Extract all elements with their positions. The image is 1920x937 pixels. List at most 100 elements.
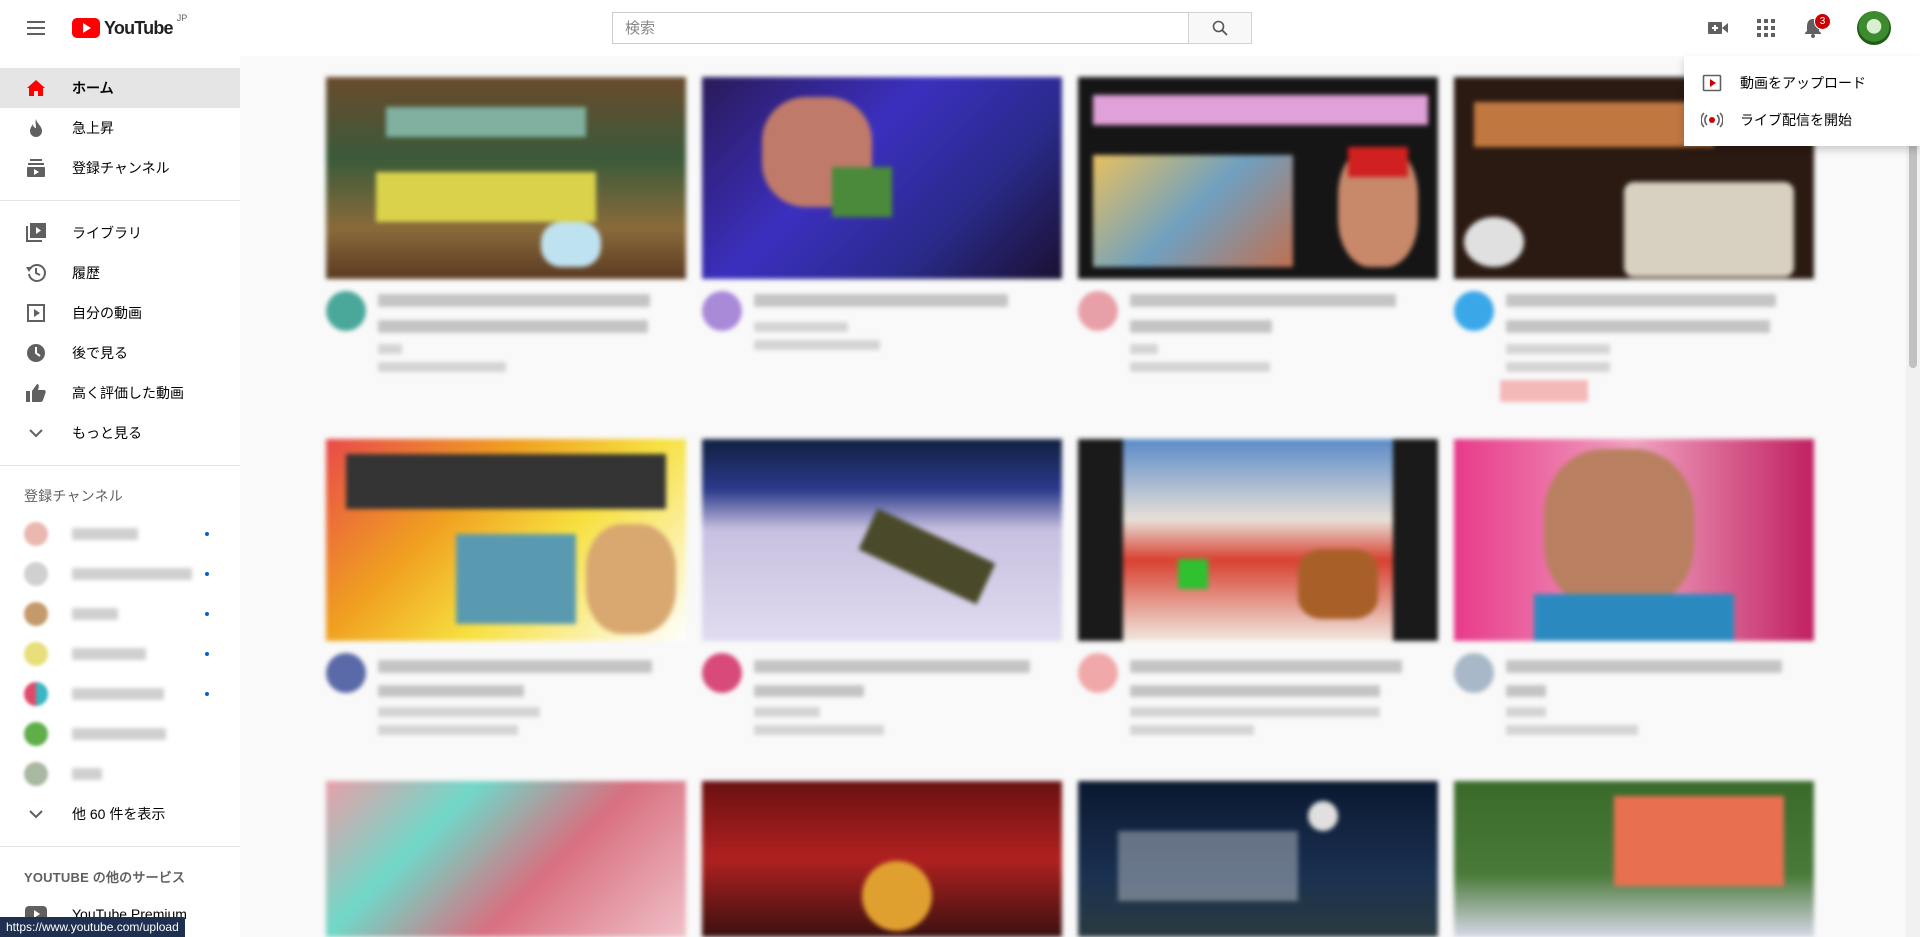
channel-name — [72, 568, 192, 580]
video-thumbnail[interactable] — [702, 439, 1062, 641]
video-title-line[interactable] — [1506, 685, 1546, 697]
video-title-line[interactable] — [1130, 320, 1272, 333]
channel-avatar — [24, 562, 48, 586]
video-title-line[interactable] — [1130, 660, 1402, 673]
sidebar-item-trending[interactable]: 急上昇 — [0, 108, 240, 148]
video-thumbnail[interactable] — [1078, 77, 1438, 279]
channel-avatar[interactable] — [1078, 291, 1118, 331]
subscription-channel-item[interactable] — [0, 714, 240, 754]
video-thumbnail[interactable] — [702, 77, 1062, 279]
more-from-youtube-title: YOUTUBE の他のサービス — [24, 870, 186, 885]
video-stats-line — [754, 340, 880, 350]
sidebar-item-watch-later[interactable]: 後で見る — [0, 333, 240, 373]
logo-region: JP — [176, 13, 188, 23]
channel-name — [72, 528, 138, 540]
guide-menu-button[interactable] — [20, 12, 52, 44]
sidebar-item-label: ライブラリ — [72, 225, 142, 241]
video-title-line[interactable] — [378, 320, 648, 333]
subscription-channel-item[interactable] — [0, 514, 240, 554]
channel-avatar[interactable] — [702, 291, 742, 331]
history-icon — [24, 261, 48, 285]
liked-videos-icon — [24, 381, 48, 405]
search-box — [612, 12, 1252, 44]
video-title-line[interactable] — [754, 660, 1030, 673]
sidebar-item-label: 高く評価した動画 — [72, 385, 184, 401]
sidebar-item-history[interactable]: 履歴 — [0, 253, 240, 293]
video-thumbnail[interactable] — [1078, 781, 1438, 937]
channel-avatar — [24, 642, 48, 666]
new-content-dot — [205, 692, 209, 696]
video-title-line[interactable] — [378, 660, 652, 673]
show-more-subscriptions-label: 他 60 件を表示 — [72, 806, 166, 822]
sidebar-item-label: 履歴 — [72, 265, 100, 281]
notifications-button[interactable]: 3 — [1797, 12, 1831, 44]
sidebar-item-subscriptions[interactable]: 登録チャンネル — [0, 148, 240, 188]
video-channel-line — [1130, 344, 1158, 354]
channel-name — [72, 608, 118, 620]
video-title-line[interactable] — [1130, 685, 1380, 697]
video-thumbnail[interactable] — [1078, 439, 1438, 641]
subscription-channel-item[interactable] — [0, 754, 240, 794]
sidebar-show-more-button[interactable]: もっと見る — [0, 413, 240, 453]
search-button[interactable] — [1188, 12, 1252, 44]
sidebar-item-home[interactable]: ホーム — [0, 68, 240, 108]
subscription-channel-item[interactable] — [0, 554, 240, 594]
video-title-line[interactable] — [1506, 294, 1776, 307]
video-thumbnail[interactable] — [326, 77, 686, 279]
sidebar-item-label: 登録チャンネル — [72, 160, 170, 176]
video-thumbnail[interactable] — [1454, 781, 1814, 937]
guide-sidebar: ホーム 急上昇 登録チャンネル ライブラリ 履歴 自分の動画 後で見る 高く評価… — [0, 56, 240, 937]
show-more-subscriptions-button[interactable]: 他 60 件を表示 — [0, 794, 240, 834]
channel-avatar[interactable] — [326, 291, 366, 331]
video-thumbnail[interactable] — [1454, 439, 1814, 641]
sidebar-item-label: もっと見る — [72, 425, 142, 441]
channel-avatar[interactable] — [1078, 653, 1118, 693]
video-thumbnail[interactable] — [326, 781, 686, 937]
video-channel-line — [1130, 707, 1380, 717]
subscription-channel-item[interactable] — [0, 634, 240, 674]
channel-avatar[interactable] — [702, 653, 742, 693]
video-thumbnail[interactable] — [702, 781, 1062, 937]
account-avatar[interactable] — [1857, 11, 1891, 45]
sidebar-item-liked-videos[interactable]: 高く評価した動画 — [0, 373, 240, 413]
subscription-channel-item[interactable] — [0, 594, 240, 634]
video-title-line[interactable] — [1130, 294, 1396, 307]
video-thumbnail[interactable] — [326, 439, 686, 641]
channel-avatar — [24, 722, 48, 746]
sidebar-item-your-videos[interactable]: 自分の動画 — [0, 293, 240, 333]
video-channel-line — [754, 707, 820, 717]
masthead: YouTube JP 3 — [0, 0, 1920, 56]
upload-menu: 動画をアップロード ライブ配信を開始 — [1684, 56, 1920, 146]
create-video-button[interactable] — [1702, 12, 1734, 44]
sidebar-item-library[interactable]: ライブラリ — [0, 213, 240, 253]
live-badge — [1500, 380, 1588, 402]
channel-avatar[interactable] — [1454, 653, 1494, 693]
apps-button[interactable] — [1750, 12, 1782, 44]
page-scrollbar[interactable] — [1906, 56, 1920, 937]
search-input[interactable] — [612, 12, 1188, 44]
subscriptions-icon — [24, 156, 48, 180]
youtube-logo[interactable]: YouTube JP — [72, 13, 187, 39]
video-title-line[interactable] — [754, 685, 864, 697]
new-content-dot — [205, 532, 209, 536]
video-stats-line — [1506, 362, 1610, 372]
video-stats-line — [1130, 725, 1254, 735]
video-title-line[interactable] — [378, 294, 650, 307]
chevron-down-icon — [24, 421, 48, 445]
channel-avatar — [24, 682, 48, 706]
video-title-line[interactable] — [754, 294, 1008, 307]
subscription-channel-item[interactable] — [0, 674, 240, 714]
video-title-line[interactable] — [1506, 660, 1782, 673]
channel-avatar[interactable] — [326, 653, 366, 693]
sidebar-divider — [0, 465, 240, 466]
video-channel-line — [1506, 707, 1546, 717]
go-live-menu-item[interactable]: ライブ配信を開始 — [1684, 101, 1920, 138]
hamburger-icon — [27, 21, 45, 23]
channel-avatar[interactable] — [1454, 291, 1494, 331]
video-title-line[interactable] — [1506, 320, 1770, 333]
upload-video-menu-item[interactable]: 動画をアップロード — [1684, 64, 1920, 101]
sidebar-item-label: 後で見る — [72, 345, 128, 361]
video-title-line[interactable] — [378, 685, 524, 697]
video-stats-line — [754, 725, 884, 735]
your-videos-icon — [24, 301, 48, 325]
